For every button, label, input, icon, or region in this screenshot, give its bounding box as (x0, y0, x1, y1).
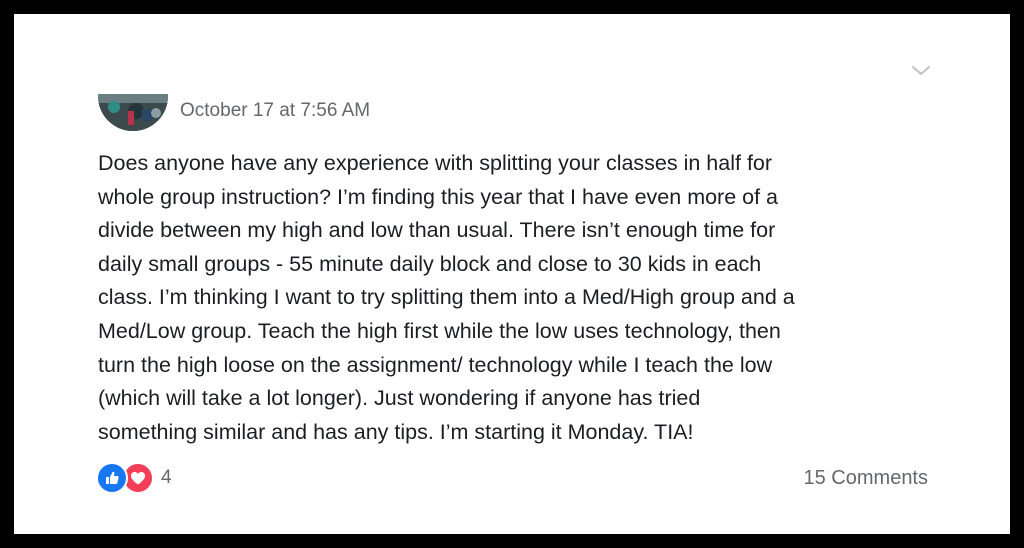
comments-count-link[interactable]: 15 Comments (804, 467, 929, 490)
post-text-line: turn the high loose on the assignment/ t… (98, 352, 773, 377)
chevron-down-icon[interactable] (910, 62, 932, 78)
post-body: Does anyone have any experience with spl… (98, 147, 958, 449)
reaction-count[interactable]: 4 (161, 467, 172, 489)
post-text-line: Does anyone have any experience with spl… (98, 151, 773, 175)
post-text-line: class. I’m thinking I want to try splitt… (98, 285, 795, 310)
reactions-summary[interactable]: 4 (96, 461, 172, 495)
post-text-line: (which will take a lot longer). Just won… (98, 386, 701, 411)
post-card: October 17 at 7:56 AM Does anyone have a… (14, 14, 1010, 534)
like-icon (96, 462, 128, 494)
post-timestamp[interactable]: October 17 at 7:56 AM (180, 100, 370, 122)
post-text-line: whole group instruction? I’m finding thi… (98, 184, 779, 209)
post-text-line: divide between my high and low than usua… (98, 218, 776, 243)
post-text-line: Med/Low group. Teach the high first whil… (98, 318, 781, 343)
header-area (14, 14, 1010, 94)
post-text-line: daily small groups - 55 minute daily blo… (98, 251, 762, 276)
post-text-line: something similar and has any tips. I’m … (98, 419, 694, 444)
